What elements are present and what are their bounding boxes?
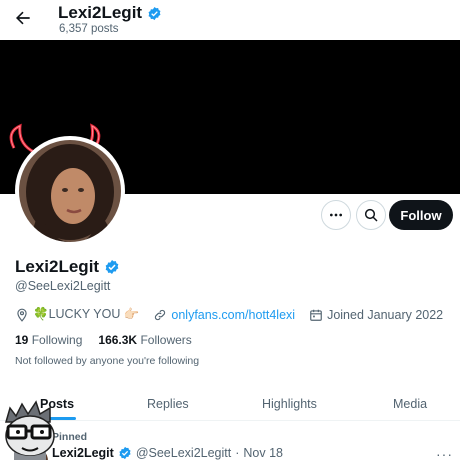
following-label: Following (31, 333, 83, 347)
followers-count: 166.3K (98, 333, 138, 347)
profile-name-row: Lexi2Legit (15, 257, 120, 277)
more-options-button[interactable] (321, 200, 351, 230)
followers-link[interactable]: 166.3K Followers (98, 333, 191, 347)
post-more-button[interactable]: ··· (436, 446, 453, 460)
location-pin-icon (17, 308, 27, 322)
profile-avatar[interactable] (15, 136, 125, 246)
cartoon-glasses-sticker-icon (5, 400, 55, 460)
verified-badge-icon (148, 6, 161, 20)
bio-item: 🍀LUCKY YOU 👉🏻 (15, 307, 139, 322)
profile-handle: @SeeLexi2Legitt (15, 279, 111, 293)
header-title-row: Lexi2Legit (58, 3, 162, 23)
profile-name: Lexi2Legit (15, 257, 100, 276)
tab-media[interactable]: Media (393, 397, 427, 411)
not-followed-notice: Not followed by anyone you're following (15, 355, 200, 367)
post-header: Lexi2Legit @SeeLexi2Legitt · Nov 18 (52, 446, 283, 460)
header-title: Lexi2Legit (58, 3, 143, 22)
post-count: 6,357 posts (59, 23, 119, 35)
link-icon (155, 309, 166, 320)
tab-highlights[interactable]: Highlights (262, 397, 317, 411)
verified-badge-icon[interactable] (104, 259, 120, 275)
joined-date: Joined January 2022 (327, 307, 444, 322)
arrow-left-icon[interactable] (13, 8, 33, 28)
search-profile-button[interactable] (356, 200, 386, 230)
website-link-item[interactable]: onlyfans.com/hott4lexi (153, 308, 295, 322)
post-date[interactable]: Nov 18 (243, 446, 283, 460)
following-link[interactable]: 19 Following (15, 333, 82, 347)
joined-item: Joined January 2022 (309, 308, 443, 322)
post-separator: · (235, 446, 240, 460)
verified-badge-icon (119, 446, 131, 460)
followers-label: Followers (140, 333, 192, 347)
website-link[interactable]: onlyfans.com/hott4lexi (171, 308, 295, 322)
follow-button[interactable]: Follow (389, 200, 453, 230)
top-bar: Lexi2Legit 6,357 posts (0, 0, 460, 40)
profile-tabs: Posts Replies Highlights Media (0, 387, 460, 421)
calendar-icon (310, 309, 322, 321)
avatar-photo (19, 140, 121, 242)
profile-meta: 🍀LUCKY YOU 👉🏻 onlyfans.com/hott4lexi Joi… (15, 307, 457, 322)
bio-text: 🍀LUCKY YOU 👉🏻 (33, 307, 140, 321)
tab-replies[interactable]: Replies (147, 397, 189, 411)
post-author-handle[interactable]: @SeeLexi2Legitt (136, 446, 231, 460)
following-count: 19 (15, 333, 29, 347)
follow-stats: 19 Following 166.3K Followers (15, 333, 192, 347)
more-horizontal-icon (330, 213, 342, 217)
search-icon (364, 208, 378, 222)
